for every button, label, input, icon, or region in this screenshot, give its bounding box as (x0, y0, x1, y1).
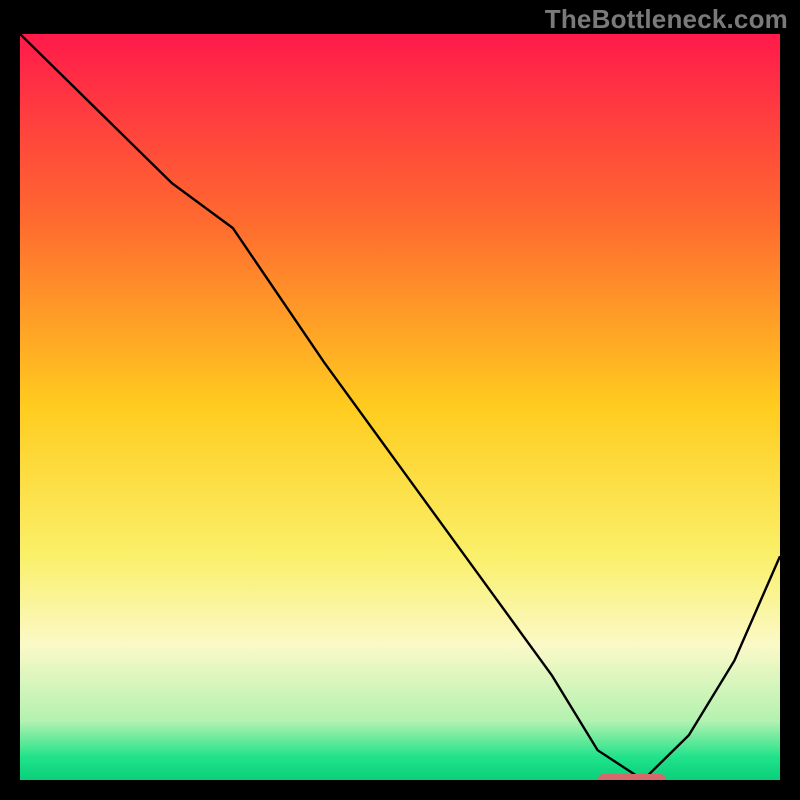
chart-frame: TheBottleneck.com (0, 0, 800, 800)
minimum-marker (598, 774, 666, 780)
watermark-text: TheBottleneck.com (545, 4, 788, 35)
curve-layer (20, 34, 780, 780)
plot-area (20, 34, 780, 780)
bottleneck-curve (20, 34, 780, 780)
